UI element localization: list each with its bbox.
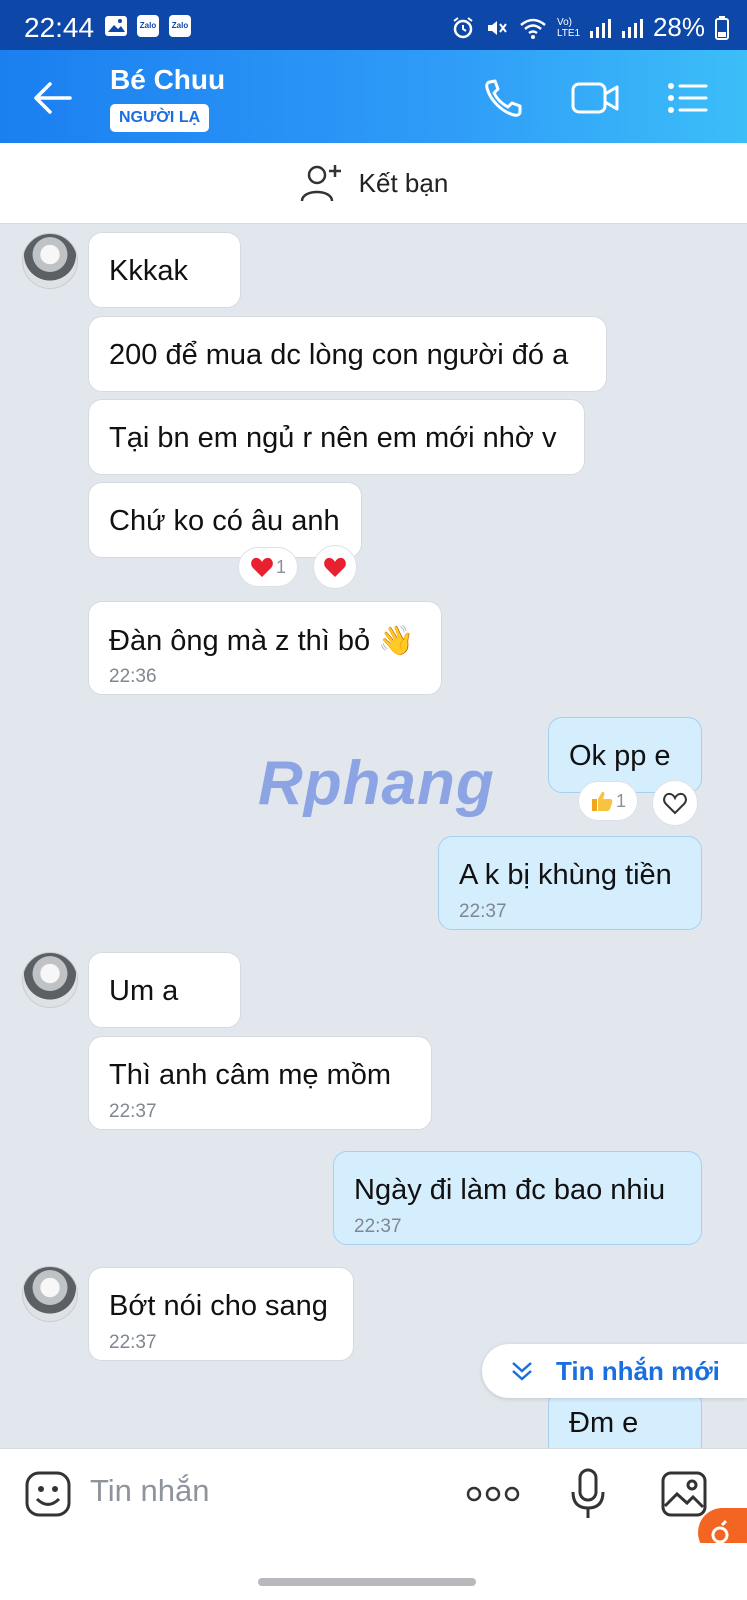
signal-icon <box>589 18 611 38</box>
battery-percent: 28% <box>652 12 705 42</box>
zalo-notification-icon: Zalo <box>137 15 159 37</box>
message-input[interactable]: Tin nhắn <box>90 1473 210 1509</box>
heart-react-button[interactable] <box>313 545 357 589</box>
message-text: Um a <box>109 975 179 1007</box>
new-message-label: Tin nhắn mới <box>556 1355 720 1386</box>
message-text: Đm e <box>569 1407 639 1439</box>
network-type-label: Vo) LTE1 <box>556 16 581 39</box>
reaction-count: 1 <box>275 556 286 577</box>
heart-icon <box>324 557 346 577</box>
avatar[interactable] <box>22 1266 78 1322</box>
wifi-icon <box>520 18 546 39</box>
message-bubble[interactable]: Chứ ko có âu anh <box>88 482 362 558</box>
gallery-notification-icon <box>104 15 128 37</box>
battery-icon <box>715 15 729 40</box>
message-bubble[interactable]: Kkkak <box>88 232 241 308</box>
message-text: Thì anh câm mẹ mồm <box>109 1059 392 1091</box>
more-options-icon[interactable] <box>466 1484 520 1504</box>
reaction-badge[interactable]: 1 <box>578 781 638 821</box>
stranger-badge: NGƯỜI LẠ <box>110 104 210 132</box>
system-nav-bar <box>0 1543 747 1600</box>
watermark-logo: Rphang <box>258 749 495 818</box>
signal-icon <box>621 18 643 38</box>
add-friend-icon <box>300 165 341 202</box>
message-text: Đàn ông mà z thì bỏ 👋 <box>109 625 415 657</box>
message-text: Chứ ko có âu anh <box>109 505 340 537</box>
message-bubble[interactable]: A k bị khùng tiền 22:37 <box>438 836 702 930</box>
message-bubble[interactable]: Bớt nói cho sang 22:37 <box>88 1267 354 1361</box>
heart-outline-icon <box>663 792 687 815</box>
message-bubble[interactable]: Tại bn em ngủ r nên em mới nhờ v <box>88 399 585 475</box>
microphone-icon[interactable] <box>568 1468 608 1520</box>
double-chevron-down-icon <box>512 1362 532 1381</box>
message-time: 22:37 <box>109 1101 157 1122</box>
status-time: 22:44 <box>24 12 95 43</box>
contact-name[interactable]: Bé Chuu <box>110 64 225 96</box>
sticker-icon[interactable] <box>24 1470 72 1518</box>
home-indicator[interactable] <box>258 1578 476 1586</box>
phone-call-icon[interactable] <box>482 76 530 120</box>
heart-icon <box>251 557 273 577</box>
message-text: Tại bn em ngủ r nên em mới nhờ v <box>109 422 557 454</box>
message-bubble[interactable]: Thì anh câm mẹ mồm 22:37 <box>88 1036 432 1130</box>
message-bubble[interactable]: Đàn ông mà z thì bỏ 👋 22:36 <box>88 601 442 695</box>
reaction-count: 1 <box>615 790 626 811</box>
message-text: A k bị khùng tiền <box>459 859 672 891</box>
message-time: 22:37 <box>109 1332 157 1353</box>
message-text: Ok pp e <box>569 740 671 772</box>
add-friend-label: Kết bạn <box>358 167 449 198</box>
message-time: 22:36 <box>109 666 157 687</box>
message-bubble[interactable]: Um a <box>88 952 241 1028</box>
avatar[interactable] <box>22 233 78 289</box>
add-friend-bar[interactable]: Kết bạn <box>0 143 747 224</box>
avatar[interactable] <box>22 952 78 1008</box>
zalo-notification-icon: Zalo <box>169 15 191 37</box>
message-time: 22:37 <box>354 1216 402 1237</box>
message-bubble[interactable]: Ngày đi làm đc bao nhiu 22:37 <box>333 1151 702 1245</box>
message-text: 200 để mua dc lòng con người đó a <box>109 339 569 371</box>
message-time: 22:37 <box>459 901 507 922</box>
mute-icon <box>487 20 507 35</box>
video-call-icon[interactable] <box>570 76 619 120</box>
menu-list-icon[interactable] <box>664 76 712 120</box>
message-bubble[interactable]: 200 để mua dc lòng con người đó a <box>88 316 607 392</box>
back-arrow-icon[interactable] <box>28 78 80 118</box>
alarm-icon <box>453 16 473 38</box>
message-text: Bớt nói cho sang <box>109 1290 328 1322</box>
thumbs-up-icon <box>591 791 613 811</box>
new-message-button[interactable]: Tin nhắn mới <box>482 1344 747 1398</box>
reaction-badge[interactable]: 1 <box>238 547 298 587</box>
heart-react-button[interactable] <box>652 780 698 826</box>
status-indicators: Vo) LTE1 28% <box>451 12 729 43</box>
message-text: Kkkak <box>109 255 188 287</box>
message-text: Ngày đi làm đc bao nhiu <box>354 1174 666 1206</box>
